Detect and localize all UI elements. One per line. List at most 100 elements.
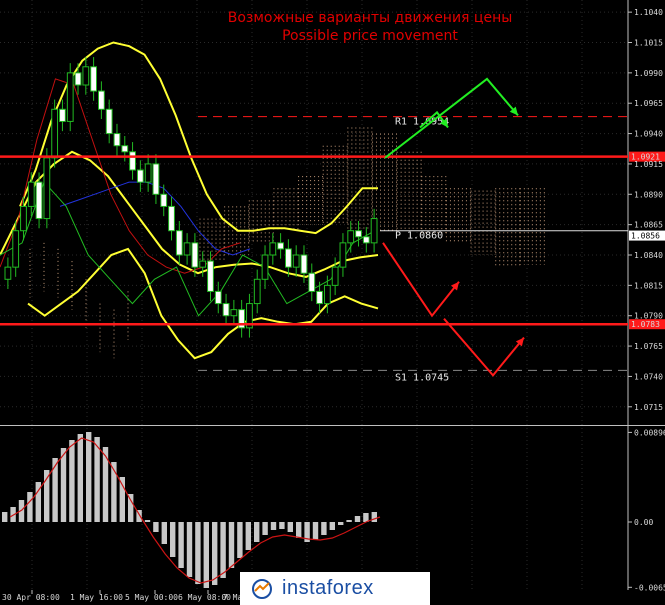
macd-bar bbox=[144, 520, 151, 522]
y-tick-label: 1.0840 bbox=[634, 251, 663, 260]
y-tick-label: 1.0865 bbox=[634, 221, 663, 230]
candle-body bbox=[370, 218, 378, 244]
title-ru: Возможные варианты движения цены bbox=[228, 10, 513, 26]
candle-body bbox=[277, 242, 285, 250]
macd-bar bbox=[287, 522, 293, 532]
y-tick-label: 1.0890 bbox=[634, 190, 663, 199]
y-tick-label: 1.0740 bbox=[634, 372, 663, 381]
candle-body bbox=[160, 193, 168, 207]
macd-tick-label: -0.00653 bbox=[634, 583, 665, 592]
macd-bar bbox=[86, 432, 92, 522]
candle-body bbox=[230, 309, 238, 317]
candle-body bbox=[339, 242, 347, 268]
macd-bar bbox=[346, 520, 352, 522]
candle-body bbox=[152, 163, 160, 195]
candle-body bbox=[331, 266, 339, 286]
candle-body bbox=[355, 230, 362, 238]
macd-bar bbox=[338, 522, 344, 525]
candle-body bbox=[207, 260, 214, 292]
macd-bar bbox=[195, 522, 201, 584]
key-level-tag-label: 1.0783 bbox=[631, 320, 660, 329]
candle-body bbox=[4, 266, 12, 280]
y-tick-label: 1.0715 bbox=[634, 403, 663, 412]
macd-bar bbox=[153, 522, 159, 532]
candle-body bbox=[35, 181, 43, 220]
candle-body bbox=[347, 230, 355, 244]
macd-bar bbox=[94, 437, 100, 522]
macd-bar bbox=[245, 522, 251, 550]
candle-body bbox=[175, 230, 183, 256]
pivot-level-label: S1 1.0745 bbox=[395, 372, 449, 383]
y-tick-label: 1.1040 bbox=[634, 8, 663, 17]
macd-bar bbox=[69, 440, 75, 522]
candle-body bbox=[191, 242, 199, 268]
candle-body bbox=[323, 284, 331, 305]
macd-bar bbox=[279, 522, 285, 529]
x-tick-label: 5 May 00:00 bbox=[125, 593, 178, 602]
instaforex-logo-icon bbox=[252, 578, 272, 599]
candle-body bbox=[222, 303, 230, 317]
candle-body bbox=[136, 169, 144, 183]
y-tick-label: 1.0915 bbox=[634, 160, 663, 169]
y-tick-label: 1.0940 bbox=[634, 130, 663, 139]
macd-bar bbox=[170, 522, 176, 557]
candle-body bbox=[285, 248, 292, 268]
macd-panel: 0.00896 0.00 -0.00653 bbox=[2, 428, 665, 592]
macd-bar bbox=[203, 522, 209, 588]
candle-body bbox=[269, 242, 277, 256]
macd-bar bbox=[329, 522, 335, 530]
candle-body bbox=[82, 66, 90, 86]
y-tick-label: 1.0790 bbox=[634, 312, 663, 321]
x-tick-label: 1 May 16:00 bbox=[70, 593, 123, 602]
macd-bar bbox=[128, 494, 134, 522]
candle-body bbox=[308, 272, 316, 292]
macd-bar bbox=[237, 522, 243, 558]
macd-tick-label: 0.00896 bbox=[634, 428, 665, 437]
price-ticks: 1.1040 1.1015 1.0990 1.0965 1.0940 1.0915 1.08… bbox=[628, 8, 663, 412]
macd-bar bbox=[60, 448, 67, 522]
macd-bar bbox=[312, 522, 319, 540]
candle-body bbox=[51, 108, 59, 159]
macd-bar bbox=[27, 492, 33, 522]
forex-chart: R1 1.09541.0921P 1.08601.0783S1 1.07451.… bbox=[0, 0, 665, 602]
candle-body bbox=[98, 90, 105, 110]
macd-bar bbox=[228, 522, 235, 568]
macd-bar bbox=[161, 522, 167, 544]
title-en: Possible price movement bbox=[282, 28, 458, 44]
macd-bar bbox=[354, 516, 361, 522]
candle-body bbox=[12, 230, 20, 268]
price-panel-bg bbox=[0, 0, 628, 425]
candle-body bbox=[168, 205, 175, 232]
macd-bar bbox=[77, 434, 83, 522]
candle-body bbox=[20, 205, 27, 232]
candle-body bbox=[253, 278, 261, 305]
macd-tick-label: 0.00 bbox=[634, 518, 653, 527]
candle-body bbox=[362, 236, 370, 244]
candle-body bbox=[27, 181, 35, 207]
macd-bar bbox=[178, 522, 184, 568]
candle-body bbox=[261, 254, 269, 280]
macd-bar bbox=[296, 522, 302, 538]
candle-body bbox=[183, 242, 191, 256]
macd-bar bbox=[212, 522, 218, 585]
macd-bar bbox=[220, 522, 226, 578]
candle-body bbox=[105, 108, 113, 135]
macd-bar bbox=[186, 522, 193, 577]
y-tick-label: 1.0765 bbox=[634, 342, 663, 351]
macd-bar bbox=[262, 522, 268, 535]
candle-body bbox=[144, 163, 152, 183]
macd-bar bbox=[52, 458, 58, 522]
macd-bar bbox=[254, 522, 260, 542]
candle-body bbox=[90, 66, 98, 92]
candle-body bbox=[214, 290, 222, 305]
candle-body bbox=[199, 260, 207, 268]
y-tick-label: 1.0965 bbox=[634, 99, 663, 108]
candle-body bbox=[121, 145, 129, 153]
candle-body bbox=[129, 151, 136, 171]
candle-body bbox=[316, 290, 323, 305]
pivot-level-label: P 1.0860 bbox=[395, 231, 443, 242]
y-tick-label: 1.0815 bbox=[634, 281, 663, 290]
candle-body bbox=[43, 157, 51, 220]
x-tick-label: 30 Apr 08:00 bbox=[2, 593, 60, 602]
macd-bar bbox=[270, 522, 277, 530]
